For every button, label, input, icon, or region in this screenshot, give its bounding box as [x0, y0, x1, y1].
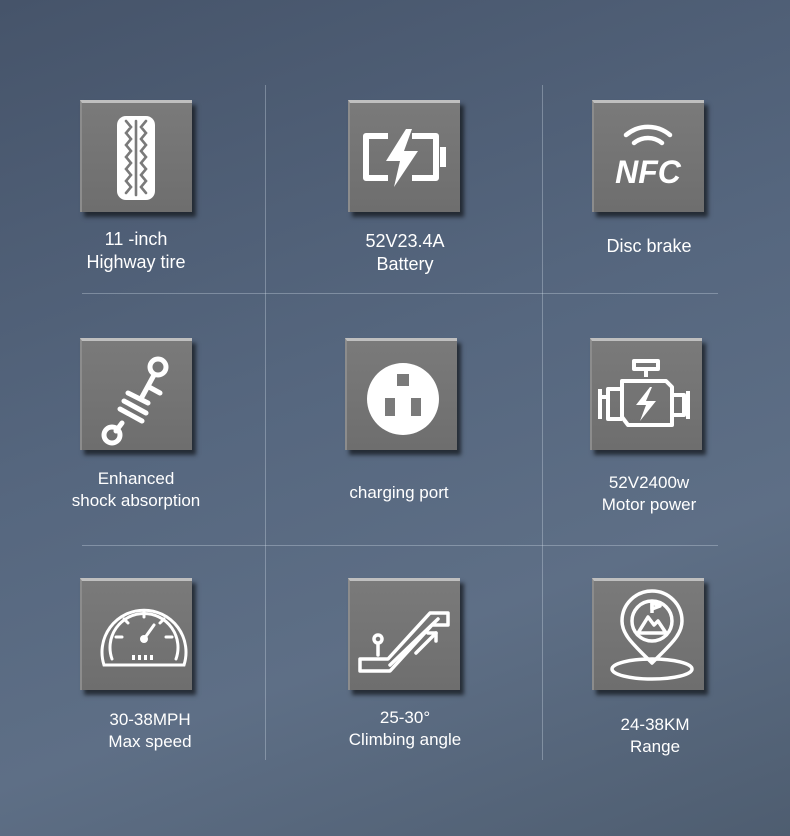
- battery-label-line2: Battery: [376, 254, 434, 274]
- nfc-tile: NFC: [592, 100, 704, 212]
- range-label: 24-38KM Range: [545, 714, 765, 758]
- climbing-label-line2: Climbing angle: [348, 730, 462, 749]
- shock-tile: [80, 338, 192, 450]
- motor-label-line2: Motor power: [601, 495, 697, 514]
- shock-label: Enhanced shock absorption: [26, 468, 246, 512]
- nfc-icon-text: NFC: [615, 154, 682, 190]
- climbing-label: 25-30° Climbing angle: [295, 707, 515, 751]
- grid-divider-horizontal-top: [82, 293, 718, 294]
- speed-label-line2: Max speed: [108, 732, 192, 751]
- motor-label: 52V2400w Motor power: [539, 472, 759, 516]
- charging-port-icon: [367, 363, 439, 435]
- speed-label-line1: 30-38MPH: [109, 710, 191, 729]
- battery-tile: [348, 100, 460, 212]
- range-label-line1: 24-38KM: [620, 715, 690, 734]
- range-tile: [592, 578, 704, 690]
- shock-label-line1: Enhanced: [97, 469, 175, 488]
- grid-divider-horizontal-bottom: [82, 545, 718, 546]
- grid-divider-vertical-left: [265, 85, 266, 760]
- speedometer-tile: [80, 578, 192, 690]
- speed-label: 30-38MPH Max speed: [40, 709, 260, 753]
- grid-divider-vertical-right: [542, 85, 543, 760]
- battery-label: 52V23.4A Battery: [295, 230, 515, 276]
- charging-port-label-line1: charging port: [349, 483, 449, 502]
- nfc-icon: NFC: [615, 124, 682, 190]
- range-pin-icon: [610, 589, 694, 681]
- charging-port-tile: [345, 338, 457, 450]
- tire-icon: [117, 116, 155, 200]
- shock-absorber-icon: [101, 356, 169, 446]
- speedometer-icon: [100, 608, 188, 667]
- tire-label-line2: Highway tire: [86, 252, 186, 272]
- nfc-label: Disc brake: [539, 235, 759, 258]
- tire-label: 11 -inch Highway tire: [26, 228, 246, 274]
- shock-label-line2: shock absorption: [71, 491, 201, 510]
- climbing-tile: [348, 578, 460, 690]
- climbing-icon: [358, 611, 450, 673]
- battery-icon: [363, 129, 446, 187]
- range-label-line2: Range: [629, 737, 681, 756]
- motor-icon: [598, 359, 690, 427]
- motor-tile: [590, 338, 702, 450]
- tire-label-line1: 11 -inch: [104, 229, 168, 249]
- nfc-label-line1: Disc brake: [606, 236, 692, 256]
- climbing-label-line1: 25-30°: [379, 708, 431, 727]
- charging-port-label: charging port: [289, 482, 509, 504]
- motor-label-line1: 52V2400w: [608, 473, 690, 492]
- battery-label-line1: 52V23.4A: [365, 231, 445, 251]
- tire-tile: [80, 100, 192, 212]
